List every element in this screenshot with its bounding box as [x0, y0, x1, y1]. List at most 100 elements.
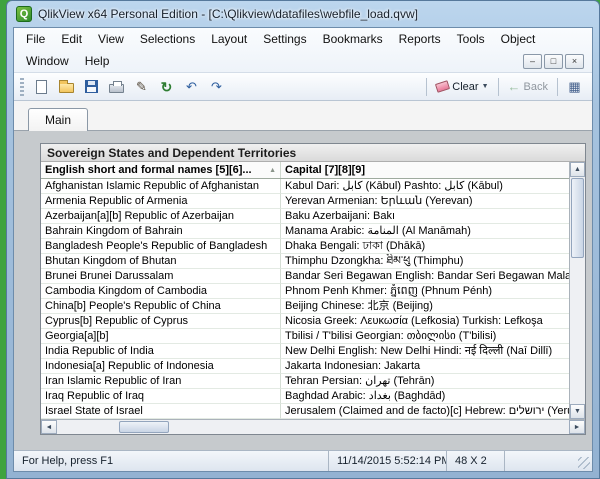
print-button[interactable] — [105, 76, 128, 98]
column-header-capital[interactable]: Capital [7][8][9] — [281, 162, 569, 178]
mdi-restore-button[interactable]: □ — [544, 53, 563, 69]
menu-item-tools[interactable]: Tools — [449, 29, 493, 49]
menu-item-object[interactable]: Object — [493, 29, 544, 49]
cell-country[interactable]: Bhutan Kingdom of Bhutan — [41, 254, 281, 269]
undo-icon: ↶ — [186, 78, 197, 94]
menu-item-bookmarks[interactable]: Bookmarks — [315, 29, 391, 49]
cell-country[interactable]: Cyprus[b] Republic of Cyprus — [41, 314, 281, 329]
statusbar: For Help, press F1 11/14/2015 5:52:14 PM… — [14, 450, 592, 471]
menu-item-file[interactable]: File — [18, 29, 53, 49]
cell-country[interactable]: Cambodia Kingdom of Cambodia — [41, 284, 281, 299]
horizontal-scrollbar-thumb[interactable] — [119, 421, 169, 433]
toolbar-separator — [426, 77, 428, 96]
resize-grip[interactable] — [578, 457, 590, 469]
cell-country[interactable]: Georgia[a][b] — [41, 329, 281, 344]
status-table-dimensions: 48 X 2 — [446, 451, 504, 471]
titlebar: Q QlikView x64 Personal Edition - [C:\Ql… — [7, 1, 599, 27]
cell-country[interactable]: Iran Islamic Republic of Iran — [41, 374, 281, 389]
vertical-scrollbar[interactable]: ▲ ▼ — [569, 162, 585, 419]
menu-item-layout[interactable]: Layout — [203, 29, 255, 49]
cell-country[interactable]: Indonesia[a] Republic of Indonesia — [41, 359, 281, 374]
scroll-down-icon[interactable]: ▼ — [570, 404, 585, 419]
edit-script-button[interactable]: ✎ — [130, 76, 153, 98]
table-rows: Afghanistan Islamic Republic of Afghanis… — [41, 179, 569, 419]
clear-button[interactable]: Clear ▼ — [432, 76, 492, 98]
mdi-minimize-button[interactable]: – — [523, 53, 542, 69]
cell-capital[interactable]: Jerusalem (Claimed and de facto)[c] Hebr… — [281, 404, 569, 419]
menu-item-edit[interactable]: Edit — [53, 29, 90, 49]
scroll-right-icon[interactable]: ► — [569, 420, 585, 434]
menu-item-help[interactable]: Help — [77, 51, 118, 71]
toolbar: ✎ ↻ ↶ ↷ Clear ▼ ← Back ▦ — [14, 73, 592, 101]
cell-capital[interactable]: Nicosia Greek: Λευκωσία (Lefkosia) Turki… — [281, 314, 569, 329]
table-grid: English short and formal names [5][6]...… — [41, 162, 585, 419]
cell-capital[interactable]: Jakarta Indonesian: Jakarta — [281, 359, 569, 374]
column-header-names[interactable]: English short and formal names [5][6]...… — [41, 162, 281, 178]
status-help-text: For Help, press F1 — [22, 455, 114, 467]
table-grid-main: English short and formal names [5][6]...… — [41, 162, 569, 419]
table-row: Indonesia[a] Republic of Indonesia Jakart… — [41, 359, 569, 374]
cell-country[interactable]: Bangladesh People's Republic of Banglade… — [41, 239, 281, 254]
tab-main[interactable]: Main — [28, 108, 89, 132]
design-grid-button[interactable]: ▦ — [563, 76, 586, 98]
cell-country[interactable]: India Republic of India — [41, 344, 281, 359]
print-icon — [109, 81, 124, 93]
toolbar-grip[interactable] — [20, 77, 24, 96]
table-row: Cambodia Kingdom of Cambodia Phnom Penh K… — [41, 284, 569, 299]
open-button[interactable] — [55, 76, 78, 98]
table-row: Azerbaijan[a][b] Republic of Azerbaijan B… — [41, 209, 569, 224]
cell-capital[interactable]: Kabul Dari: كابل (Kābul) Pashto: كابل (K… — [281, 179, 569, 194]
window-title: QlikView x64 Personal Edition - [C:\Qlik… — [38, 7, 418, 21]
reload-icon: ↻ — [160, 78, 173, 95]
vertical-scrollbar-thumb[interactable] — [571, 178, 584, 258]
menu-item-window[interactable]: Window — [18, 51, 77, 71]
cell-capital[interactable]: Baghdad Arabic: بغداد (Baghdād) — [281, 389, 569, 404]
back-button[interactable]: ← Back — [504, 76, 552, 98]
cell-country[interactable]: Armenia Republic of Armenia — [41, 194, 281, 209]
menu-item-selections[interactable]: Selections — [132, 29, 203, 49]
menu-item-reports[interactable]: Reports — [391, 29, 449, 49]
menu-item-settings[interactable]: Settings — [255, 29, 314, 49]
cell-capital[interactable]: Yerevan Armenian: Երևան (Yerevan) — [281, 194, 569, 209]
cell-capital[interactable]: Beijing Chinese: 北京 (Beijing) — [281, 299, 569, 314]
status-timestamp: 11/14/2015 5:52:14 PM — [328, 451, 446, 471]
cell-capital[interactable]: Tbilisi / T'bilisi Georgian: თბილისი (T'… — [281, 329, 569, 344]
cell-country[interactable]: Brunei Brunei Darussalam — [41, 269, 281, 284]
cell-country[interactable]: Afghanistan Islamic Republic of Afghanis… — [41, 179, 281, 194]
table-caption[interactable]: Sovereign States and Dependent Territori… — [41, 144, 585, 162]
cell-country[interactable]: Iraq Republic of Iraq — [41, 389, 281, 404]
cell-country[interactable]: Bahrain Kingdom of Bahrain — [41, 224, 281, 239]
cell-capital[interactable]: Manama Arabic: المنامة (Al Manāmah) — [281, 224, 569, 239]
vertical-scrollbar-track[interactable] — [570, 259, 585, 404]
menu-item-view[interactable]: View — [90, 29, 132, 49]
toolbar-left-group: ✎ ↻ ↶ ↷ — [30, 76, 228, 98]
redo-button[interactable]: ↷ — [205, 76, 228, 98]
cell-capital[interactable]: Baku Azerbaijani: Bakı — [281, 209, 569, 224]
new-button[interactable] — [30, 76, 53, 98]
cell-capital[interactable]: Bandar Seri Begawan English: Bandar Seri… — [281, 269, 569, 284]
cell-capital[interactable]: New Delhi English: New Delhi Hindi: नई द… — [281, 344, 569, 359]
mdi-close-button[interactable]: × — [565, 53, 584, 69]
back-arrow-icon: ← — [507, 78, 521, 94]
save-button[interactable] — [80, 76, 103, 98]
scroll-left-icon[interactable]: ◄ — [41, 420, 57, 434]
reload-button[interactable]: ↻ — [155, 76, 178, 98]
cell-capital[interactable]: Dhaka Bengali: ঢাকা (Dhākā) — [281, 239, 569, 254]
horizontal-scrollbar-track[interactable] — [169, 420, 569, 434]
table-row: Israel State of Israel Jerusalem (Claimed… — [41, 404, 569, 419]
redo-icon: ↷ — [211, 78, 222, 94]
scroll-up-icon[interactable]: ▲ — [570, 162, 585, 177]
clear-button-label: Clear — [452, 80, 479, 93]
table-row: Georgia[a][b] Tbilisi / T'bilisi Georgian… — [41, 329, 569, 344]
sheet-tabstrip: Main — [14, 101, 592, 132]
cell-country[interactable]: Azerbaijan[a][b] Republic of Azerbaijan — [41, 209, 281, 224]
cell-capital[interactable]: Tehran Persian: تهران (Tehrān) — [281, 374, 569, 389]
cell-country[interactable]: Israel State of Israel — [41, 404, 281, 419]
horizontal-scrollbar[interactable]: ◄ ► — [41, 419, 585, 434]
cell-capital[interactable]: Thimphu Dzongkha: ཐིམ་ཕུ (Thimphu) — [281, 254, 569, 269]
sort-icon: ▲ — [269, 166, 276, 174]
sheet-area: Sovereign States and Dependent Territori… — [14, 131, 592, 450]
undo-button[interactable]: ↶ — [180, 76, 203, 98]
cell-capital[interactable]: Phnom Penh Khmer: ភ្នំពេញ (Phnum Pénh) — [281, 284, 569, 299]
cell-country[interactable]: China[b] People's Republic of China — [41, 299, 281, 314]
